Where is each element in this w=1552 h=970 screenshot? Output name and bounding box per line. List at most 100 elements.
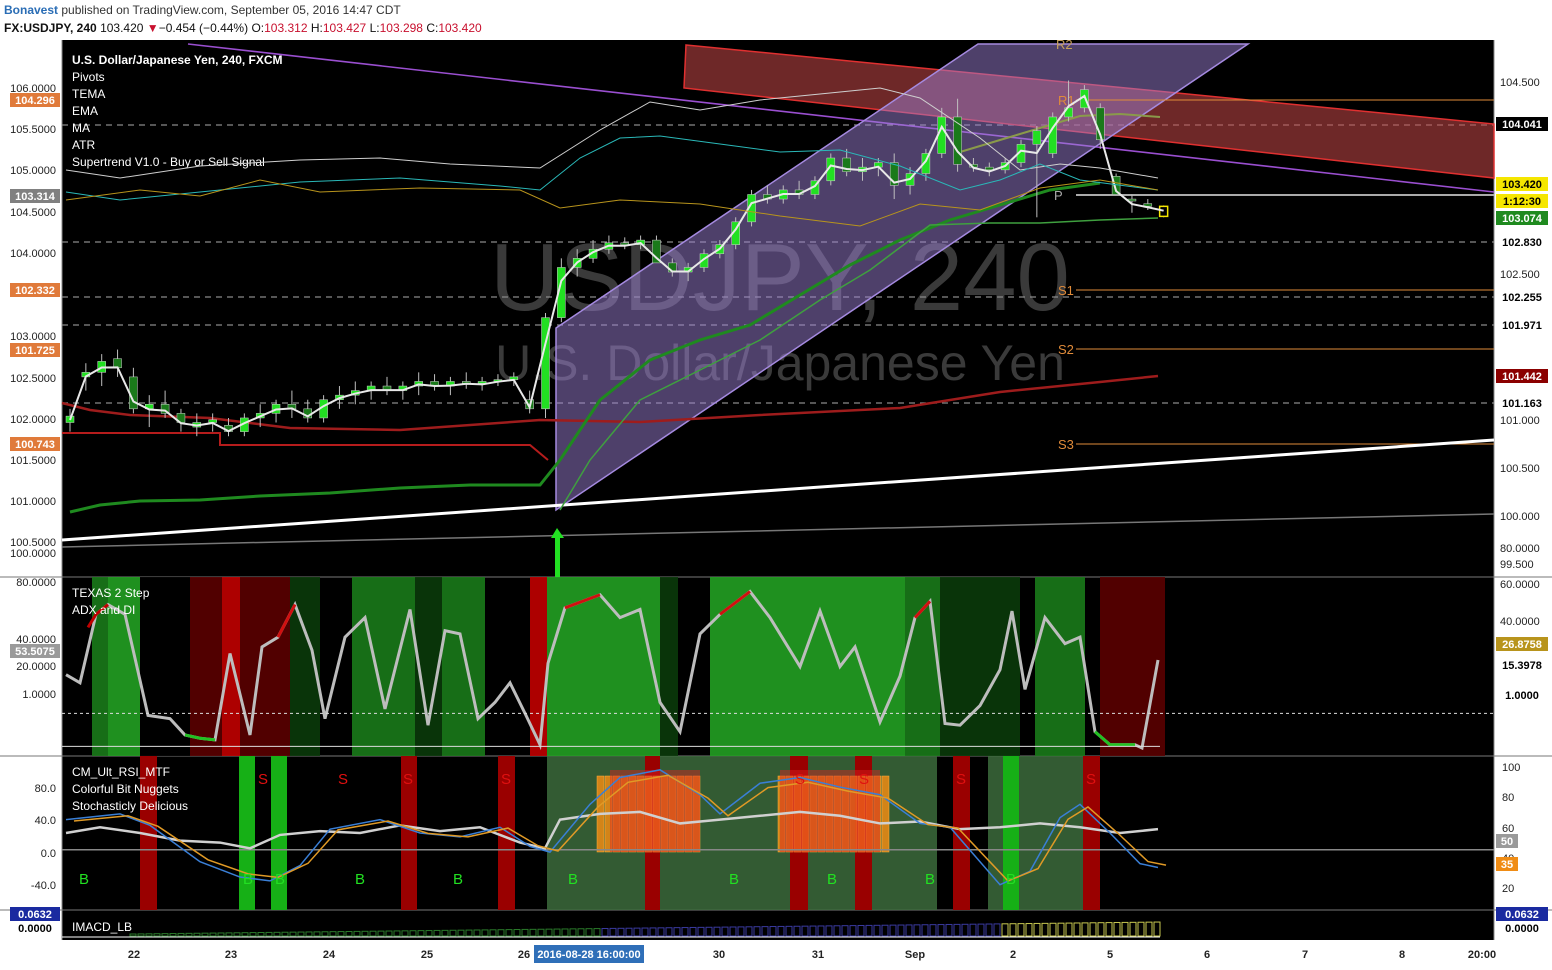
adx-left-tick: 80.0000 [16, 577, 56, 589]
last-price: 103.420 [100, 21, 144, 35]
left-axis-badge: 104.296 [15, 95, 55, 107]
left-axis-badge: 100.743 [15, 439, 55, 451]
rsi-left-tick: -40.0 [31, 880, 56, 892]
left-axis-tick: 101.5000 [10, 455, 56, 467]
candle [953, 116, 962, 165]
legend-main-item: ATR [72, 138, 95, 152]
pivot-label: R2 [1056, 40, 1073, 52]
nugget-bar [881, 775, 890, 853]
macd-left-badge: 0.0000 [18, 923, 52, 935]
time-axis-tick: 5 [1107, 949, 1113, 961]
trend-band [1100, 577, 1165, 756]
open-label: O: [251, 21, 265, 35]
open-value: 103.312 [264, 21, 308, 35]
right-axis-badge: 103.074 [1502, 213, 1543, 225]
cursor-time-badge: 2016-08-28 16:00:00 [537, 949, 640, 961]
time-axis-tick: 8 [1399, 949, 1405, 961]
sell-signal-label: S [795, 771, 805, 788]
left-axis-tick: 104.0000 [10, 248, 56, 260]
sell-signal-label: S [1086, 771, 1096, 788]
trend-band [547, 577, 660, 756]
time-axis-tick: 2 [1010, 949, 1016, 961]
legend-main-item: Supertrend V1.0 - Buy or Sell Signal [72, 155, 265, 169]
time-axis-tick: 25 [421, 949, 433, 961]
adx-right-badge: 26.8758 [1502, 639, 1542, 651]
macd-right-badge: 0.0632 [1505, 909, 1539, 921]
buy-signal-label: B [79, 871, 89, 888]
buy-signal-label: B [827, 871, 837, 888]
trend-band [222, 577, 240, 756]
rsi-right-badge: 35 [1501, 859, 1513, 871]
legend-main-item: U.S. Dollar/Japanese Yen, 240, FXCM [72, 53, 283, 67]
time-axis-tick: 7 [1302, 949, 1308, 961]
time-axis-tick: 20:00 [1468, 949, 1496, 961]
right-axis-badge: 1:12:30 [1503, 196, 1541, 208]
low-label: L: [369, 21, 380, 35]
trend-band [660, 577, 678, 756]
rsi-right-tick: 20 [1502, 883, 1514, 895]
adx-left-tick: 20.0000 [16, 661, 56, 673]
time-axis-tick: 26 [518, 949, 530, 961]
trend-band [442, 577, 485, 756]
rsi-left-tick: 80.0 [35, 783, 56, 795]
sell-signal-label: S [338, 771, 348, 788]
right-axis-badge: 102.255 [1502, 292, 1542, 304]
left-axis-badge: 102.332 [15, 285, 55, 297]
buy-signal-label: B [243, 871, 253, 888]
right-axis-badge: 101.971 [1502, 320, 1542, 332]
pivot-label: S2 [1058, 342, 1074, 357]
close-label: C: [426, 21, 439, 35]
adx-right-tick: 60.0000 [1500, 579, 1540, 591]
legend-adx-item: ADX and DI [72, 603, 135, 617]
macd-right-badge: 0.0000 [1505, 923, 1539, 935]
left-axis-tick: 105.0000 [10, 165, 56, 177]
sell-signal-label: S [859, 771, 869, 788]
right-axis-tick: 99.500 [1500, 559, 1534, 571]
pivot-label: S1 [1058, 283, 1074, 298]
left-axis-badge: 103.314 [15, 191, 56, 203]
rsi-right-tick: 60 [1502, 823, 1514, 835]
adx-right-badge: 15.3978 [1502, 660, 1542, 672]
right-axis-badge: 101.163 [1502, 398, 1542, 410]
buy-signal-label: B [925, 871, 935, 888]
publish-line: Bonavest published on TradingView.com, S… [4, 3, 401, 17]
sell-signal-label: S [501, 771, 511, 788]
sell-signal-label: S [956, 771, 966, 788]
buy-signal-label: B [1006, 871, 1016, 888]
trend-band [352, 577, 415, 756]
high-label: H: [310, 21, 323, 35]
left-axis-badge: 101.725 [15, 345, 55, 357]
buy-signal-label: B [729, 871, 739, 888]
chart-canvas[interactable]: USDJPY, 240U.S. Dollar/Japanese YenR2R1P… [0, 40, 1552, 970]
rsi-trend-zone [988, 756, 1083, 910]
left-axis-tick: 105.5000 [10, 124, 56, 136]
publisher-link[interactable]: Bonavest [4, 3, 58, 17]
close-value: 103.420 [438, 21, 482, 35]
published-text: published on TradingView.com, September … [61, 3, 401, 17]
symbol-label[interactable]: FX:USDJPY, 240 [4, 21, 97, 35]
buy-signal-label: B [453, 871, 463, 888]
time-axis-tick: 22 [128, 949, 140, 961]
left-axis-tick: 103.0000 [10, 331, 56, 343]
adx-right-badge: 1.0000 [1505, 690, 1539, 702]
quote-line: FX:USDJPY, 240 103.420 ▼−0.454 (−0.44%) … [4, 21, 482, 35]
adx-right-tick: 80.0000 [1500, 543, 1540, 555]
left-axis-tick: 104.5000 [10, 207, 56, 219]
sell-signal-label: S [403, 771, 413, 788]
buy-signal-label: B [355, 871, 365, 888]
rsi-left-tick: 0.0 [41, 848, 56, 860]
adx-left-tick: 1.0000 [22, 689, 56, 701]
trend-band [905, 577, 940, 756]
right-axis-tick: 104.500 [1500, 77, 1540, 89]
left-axis-tick: 102.5000 [10, 373, 56, 385]
time-axis-tick: 6 [1204, 949, 1210, 961]
legend-rsi-item: Stochasticly Delicious [72, 799, 188, 813]
rsi-left-tick: 40.0 [35, 815, 56, 827]
rsi-right-tick: 80 [1502, 792, 1514, 804]
chart-header: Bonavest published on TradingView.com, S… [0, 0, 1552, 40]
sell-signal-label: S [258, 771, 268, 788]
trend-band [1035, 577, 1085, 756]
low-value: 103.298 [379, 21, 423, 35]
legend-rsi-item: CM_Ult_RSI_MTF [72, 765, 170, 779]
legend-main-item: Pivots [72, 70, 105, 84]
